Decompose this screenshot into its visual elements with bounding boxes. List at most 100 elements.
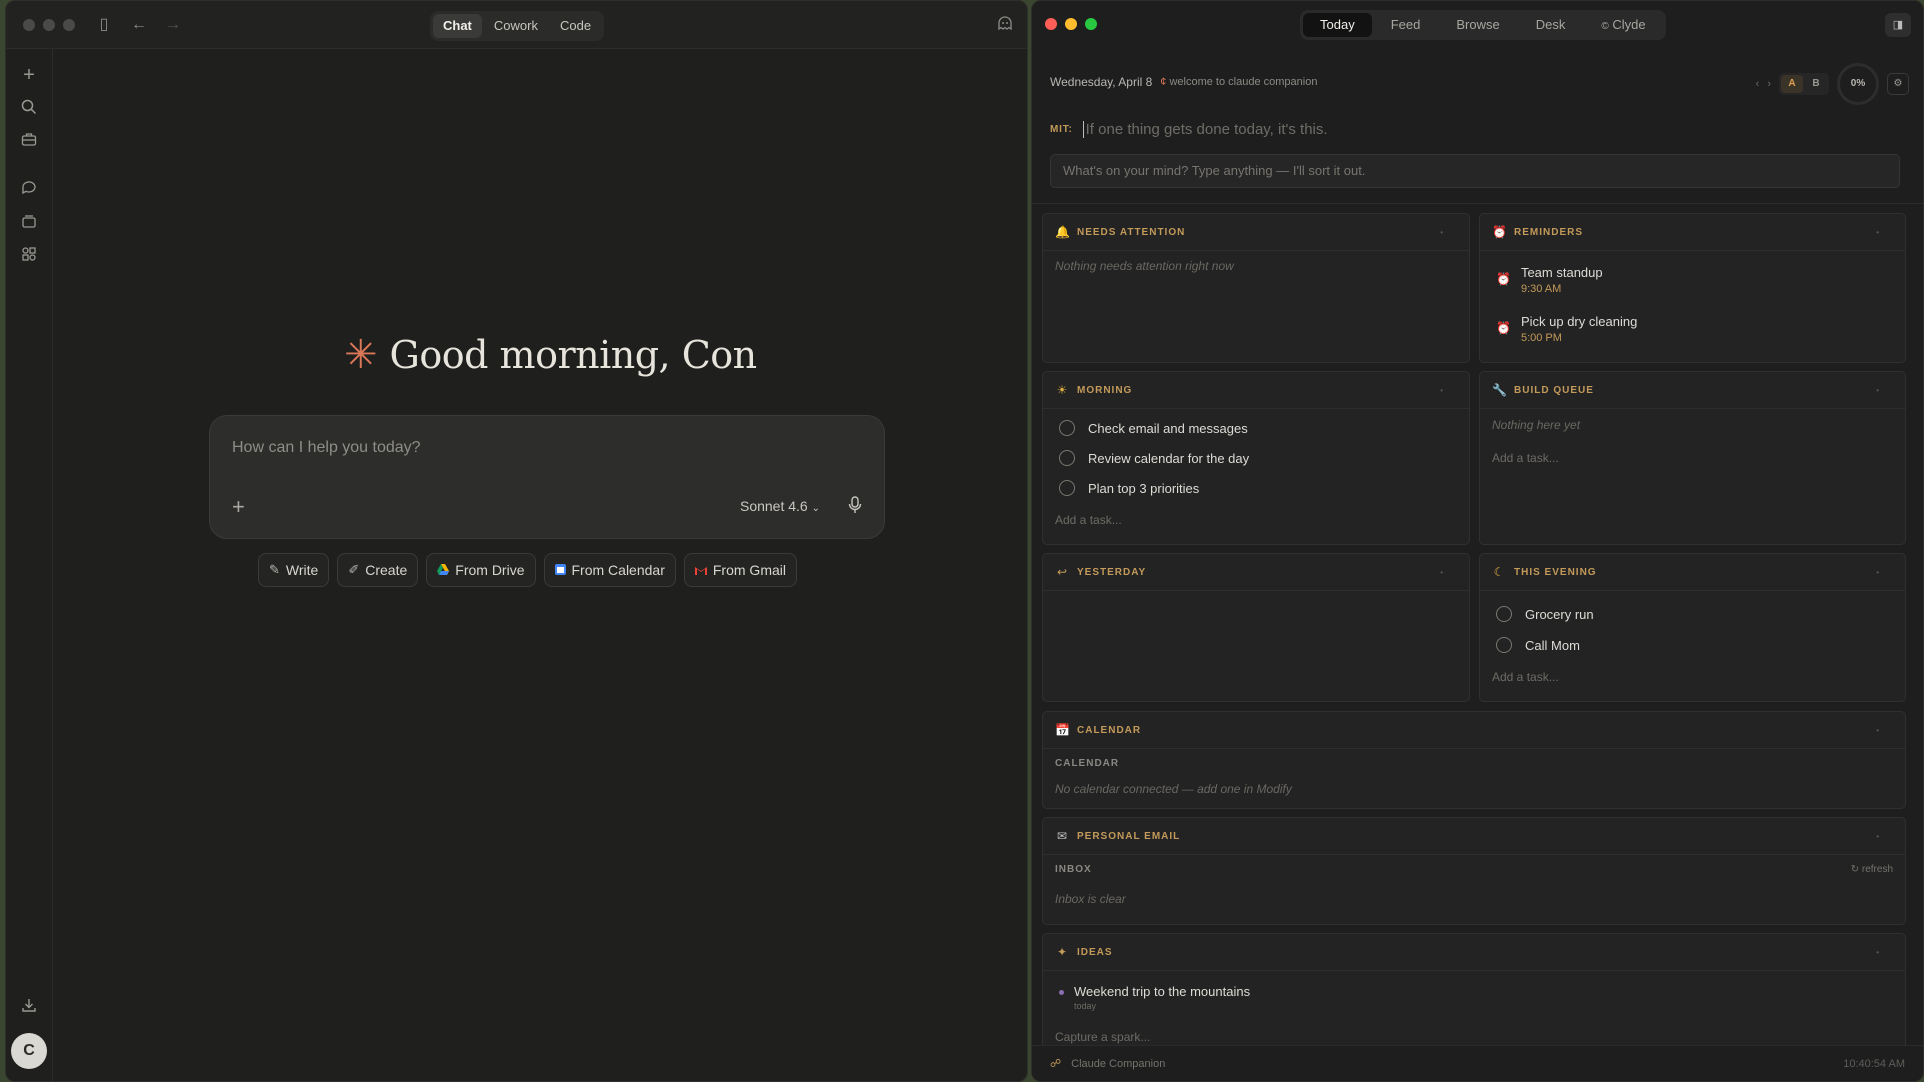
alarm-clock-icon: ⏰ (1492, 225, 1507, 239)
from-drive-chip[interactable]: From Drive (426, 553, 536, 587)
reminder-item[interactable]: ⏰ Pick up dry cleaning 5:00 PM (1496, 314, 1637, 344)
brain-dump-input[interactable]: What's on your mind? Type anything — I'l… (1050, 154, 1900, 188)
brush-icon: ✐ (348, 562, 360, 577)
from-calendar-chip[interactable]: From Calendar (543, 553, 676, 587)
prev-day-icon[interactable]: ‹ (1756, 78, 1760, 90)
artifacts-icon[interactable] (19, 246, 39, 266)
model-selector[interactable]: Sonnet 4.6 ⌄ (740, 498, 820, 514)
card-title: NEEDS ATTENTION (1077, 226, 1186, 238)
back-arrow-icon[interactable]: ← (129, 15, 149, 35)
pencil-icon: ✎ (269, 562, 280, 577)
panel-toggle-icon[interactable]: ◨ (1885, 13, 1911, 37)
model-name: Sonnet 4.6 (739, 498, 808, 514)
toolbox-icon[interactable] (19, 131, 39, 151)
create-chip[interactable]: ✐ Create (337, 553, 419, 587)
ideas-card: ✦ IDEAS • Weekend trip to the mountains t… (1042, 933, 1906, 1051)
collapse-dot-icon[interactable]: • (1876, 386, 1879, 395)
forward-arrow-icon[interactable]: → (163, 15, 183, 35)
zoom-dot[interactable] (63, 19, 75, 31)
task-text: Plan top 3 priorities (1088, 480, 1200, 496)
tab-clyde[interactable]: © Clyde (1584, 13, 1662, 37)
sidebar-toggle-icon[interactable]: ▯ (94, 15, 114, 35)
new-chat-icon[interactable]: + (19, 65, 39, 85)
ab-toggle[interactable]: A B (1779, 73, 1829, 95)
chat-composer[interactable]: How can I help you today? + Sonnet 4.6 ⌄ (209, 415, 885, 539)
reminder-item[interactable]: ⏰ Team standup 9:30 AM (1496, 265, 1603, 295)
companion-nav-tabs: Today Feed Browse Desk © Clyde (1300, 10, 1666, 40)
tab-desk[interactable]: Desk (1519, 13, 1583, 37)
left-rail: + C (6, 49, 53, 1081)
mit-row[interactable]: MIT: If one thing gets done today, it's … (1050, 121, 1328, 138)
tab-browse[interactable]: Browse (1439, 13, 1516, 37)
collapse-dot-icon[interactable]: • (1876, 832, 1879, 841)
window-controls[interactable] (23, 19, 75, 31)
idea-date: today (1074, 1001, 1097, 1011)
microphone-icon[interactable] (848, 496, 862, 519)
idea-item[interactable]: Weekend trip to the mountains today (1059, 984, 1250, 1011)
companion-window: Today Feed Browse Desk © Clyde ◨ Wednesd… (1031, 0, 1924, 1082)
tab-chat[interactable]: Chat (433, 14, 482, 38)
user-avatar[interactable]: C (11, 1033, 47, 1069)
return-arrow-icon: ↩ (1056, 565, 1068, 579)
write-chip[interactable]: ✎ Write (258, 553, 330, 587)
attach-plus-icon[interactable]: + (232, 494, 245, 520)
task-text: Check email and messages (1088, 420, 1248, 436)
collapse-dot-icon[interactable]: • (1876, 228, 1879, 237)
next-day-icon[interactable]: › (1767, 78, 1771, 90)
task-checkbox[interactable] (1496, 606, 1512, 622)
collapse-dot-icon[interactable]: • (1876, 568, 1879, 577)
task-item[interactable]: Review calendar for the day (1059, 450, 1249, 466)
collapse-dot-icon[interactable]: • (1876, 948, 1879, 957)
gear-icon[interactable]: ⚙ (1887, 73, 1909, 95)
minimize-dot[interactable] (43, 19, 55, 31)
add-task-input[interactable]: Add a task... (1492, 670, 1559, 684)
task-item[interactable]: Check email and messages (1059, 420, 1248, 436)
composer-placeholder[interactable]: How can I help you today? (232, 439, 421, 457)
task-checkbox[interactable] (1059, 480, 1075, 496)
chats-icon[interactable] (19, 180, 39, 200)
collapse-dot-icon[interactable]: • (1440, 386, 1443, 395)
task-item[interactable]: Call Mom (1496, 637, 1580, 653)
add-task-input[interactable]: Add a task... (1055, 513, 1122, 527)
tab-cowork[interactable]: Cowork (484, 14, 548, 38)
capture-spark-input[interactable]: Capture a spark... (1055, 1030, 1150, 1044)
option-a[interactable]: A (1781, 75, 1803, 93)
collapse-dot-icon[interactable]: • (1440, 228, 1443, 237)
collapse-dot-icon[interactable]: • (1440, 568, 1443, 577)
mit-input[interactable]: If one thing gets done today, it's this. (1082, 121, 1328, 138)
task-item[interactable]: Grocery run (1496, 606, 1594, 622)
minimize-dot[interactable] (1065, 18, 1077, 30)
card-header: 🔧 BUILD QUEUE • (1480, 372, 1905, 409)
task-checkbox[interactable] (1496, 637, 1512, 653)
search-icon[interactable] (19, 99, 39, 119)
sun-icon: ☀ (1056, 383, 1068, 397)
task-checkbox[interactable] (1059, 450, 1075, 466)
option-b[interactable]: B (1805, 75, 1827, 93)
add-task-input[interactable]: Add a task... (1492, 451, 1559, 465)
card-title: IDEAS (1077, 946, 1113, 958)
task-item[interactable]: Plan top 3 priorities (1059, 480, 1199, 496)
close-dot[interactable] (23, 19, 35, 31)
zoom-dot[interactable] (1085, 18, 1097, 30)
companion-title-bar: Today Feed Browse Desk © Clyde ◨ (1032, 1, 1923, 47)
tab-feed[interactable]: Feed (1374, 13, 1438, 37)
tab-code[interactable]: Code (550, 14, 601, 38)
collapse-dot-icon[interactable]: • (1876, 726, 1879, 735)
window-controls[interactable] (1045, 18, 1097, 30)
incognito-icon[interactable] (995, 15, 1015, 35)
tab-today[interactable]: Today (1303, 13, 1372, 37)
wrench-icon: 🔧 (1492, 383, 1507, 397)
greeting-text: Good morning, Con (389, 333, 758, 377)
download-icon[interactable] (19, 997, 39, 1017)
chip-label: Create (365, 562, 408, 578)
task-checkbox[interactable] (1059, 420, 1075, 436)
from-gmail-chip[interactable]: From Gmail (683, 553, 797, 587)
refresh-button[interactable]: ↻ refresh (1851, 864, 1893, 875)
reminder-text: Pick up dry cleaning (1520, 314, 1638, 329)
chip-label: Write (285, 562, 319, 578)
projects-icon[interactable] (19, 213, 39, 233)
chip-label: From Drive (455, 562, 525, 578)
build-queue-card: 🔧 BUILD QUEUE • Nothing here yet Add a t… (1479, 371, 1906, 545)
close-dot[interactable] (1045, 18, 1057, 30)
bell-icon: 🔔 (1055, 225, 1070, 239)
